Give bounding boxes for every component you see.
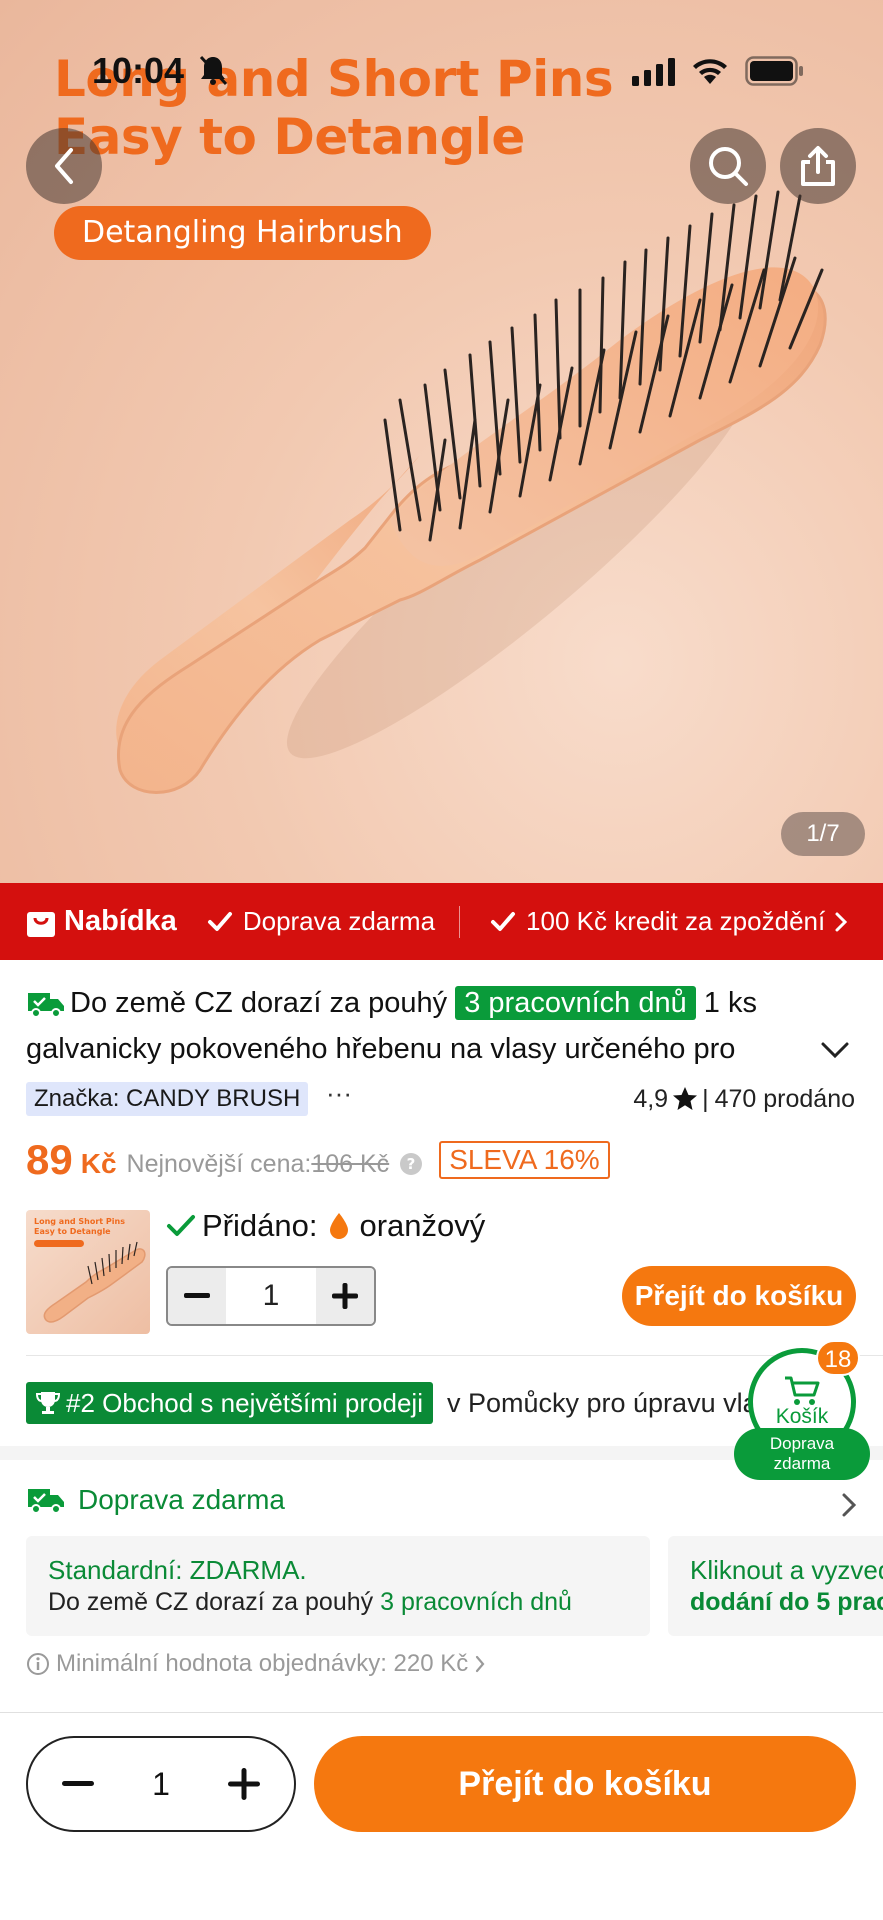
chevron-right-icon[interactable] (840, 1492, 858, 1518)
trophy-icon (36, 1392, 60, 1414)
battery-icon (745, 56, 803, 86)
divider (26, 1355, 883, 1356)
min-order-label: Minimální hodnota objednávky: 220 Kč (56, 1650, 469, 1677)
plus-icon[interactable] (227, 1768, 260, 1800)
discount-badge: SLEVA 16% (439, 1141, 610, 1179)
go-to-cart-button[interactable]: Přejít do košíku (314, 1736, 856, 1832)
promo-logo: Nabídka (26, 905, 177, 938)
search-button[interactable] (690, 128, 766, 204)
cart-free-shipping-tag: Doprava zdarma (734, 1428, 870, 1480)
info-icon (27, 1653, 49, 1675)
product-title-line2[interactable]: galvanicky pokoveného hřebenu na vlasy u… (26, 1026, 816, 1072)
promo-late-credit[interactable]: 100 Kč kredit za zpoždění (490, 906, 859, 937)
cart-label: Košík (775, 1405, 829, 1428)
added-variant-row: Přidáno: oranžový (166, 1208, 485, 1244)
rating-divider: | (702, 1085, 709, 1113)
standard-detail: Do země CZ dorazí za pouhý 3 pracovních … (48, 1586, 628, 1618)
bell-slash-icon (199, 55, 228, 86)
rating-value: 4,9 (633, 1085, 669, 1113)
check-icon (207, 911, 232, 931)
free-shipping-label: Doprava zdarma (78, 1484, 285, 1515)
image-counter: 1/7 (781, 812, 865, 856)
latest-price-label: Nejnovější cena: (126, 1149, 312, 1178)
ranking-category: v Pomůcky pro úpravu vlasů (446, 1387, 787, 1418)
quantity-value[interactable]: 1 (226, 1268, 316, 1324)
price-row: 89 Kč Nejnovější cena: 106 Kč ? SLEVA 16… (26, 1130, 610, 1190)
thumb-text-1: Long and Short Pins (34, 1217, 125, 1226)
promo-item2-label: 100 Kč kredit za zpoždění (526, 906, 826, 936)
ranking-badge-label: #2 Obchod s největšími prodeji (66, 1388, 423, 1418)
wifi-icon (693, 59, 727, 84)
check-icon (491, 911, 516, 931)
minus-icon[interactable] (62, 1781, 94, 1787)
ship-prefix: Do země CZ dorazí za pouhý (70, 987, 448, 1019)
ranking-row[interactable]: #2 Obchod s největšími prodeji v Pomůcky… (26, 1382, 786, 1424)
free-shipping-heading[interactable]: Doprava zdarma (26, 1484, 285, 1516)
product-title-line1[interactable]: Do země CZ dorazí za pouhý 3 pracovních … (26, 980, 866, 1026)
standard-prefix: Do země CZ dorazí za pouhý (48, 1588, 374, 1616)
chevron-down-icon[interactable] (820, 1040, 850, 1060)
ship-suffix: 1 ks (703, 987, 757, 1019)
rating-summary[interactable]: 4,9 | 470 prodáno (633, 1082, 855, 1116)
cart-tag-line2: zdarma (773, 1454, 831, 1473)
brand-chip[interactable]: Značka: CANDY BRUSH (26, 1082, 309, 1116)
sold-count: 470 prodáno (714, 1085, 855, 1113)
hero-pill: Detangling Hairbrush (54, 206, 431, 260)
cart-count-badge: 18 (816, 1340, 860, 1376)
decrease-button[interactable] (168, 1268, 226, 1324)
back-button[interactable] (26, 128, 102, 204)
ship-days-badge: 3 pracovních dnů (455, 986, 696, 1020)
bottom-quantity-value[interactable]: 1 (152, 1766, 170, 1803)
search-icon (709, 147, 748, 186)
promo-logo-label: Nabídka (64, 905, 177, 937)
truck-icon (28, 993, 64, 1019)
more-options-button[interactable]: ··· (326, 1078, 352, 1109)
variant-thumbnail[interactable]: Long and Short Pins Easy to Detangle (26, 1210, 150, 1334)
promo-free-shipping: Doprava zdarma (207, 906, 435, 937)
quantity-stepper[interactable]: 1 (26, 1736, 296, 1832)
color-name: oranžový (359, 1208, 486, 1243)
ranking-badge: #2 Obchod s největšími prodeji (26, 1382, 433, 1424)
price-currency: Kč (80, 1148, 117, 1179)
svg-text:?: ? (407, 1155, 416, 1173)
status-time: 10:04 (92, 50, 185, 91)
signal-icon (632, 58, 675, 86)
min-order-info[interactable]: Minimální hodnota objednávky: 220 Kč (26, 1650, 492, 1678)
cart-tag-line1: Doprava (769, 1434, 835, 1453)
truck-icon (28, 1489, 64, 1514)
check-icon (167, 1215, 195, 1236)
pickup-title: Kliknout a vyzvednout (690, 1555, 883, 1585)
bottom-bar-divider (0, 1712, 883, 1713)
chevron-right-icon (835, 912, 848, 931)
minus-icon (184, 1293, 210, 1298)
quantity-stepper-inline[interactable]: 1 (166, 1266, 376, 1326)
cart-icon (785, 1376, 820, 1405)
promo-item1-label: Doprava zdarma (242, 906, 436, 936)
added-label: Přidáno: (202, 1208, 318, 1243)
plus-icon (332, 1283, 358, 1309)
promo-divider (459, 905, 461, 938)
share-button[interactable] (780, 128, 856, 204)
standard-title: Standardní: ZDARMA. (48, 1555, 307, 1585)
star-icon (673, 1087, 698, 1110)
standard-days: 3 pracovních dnů (380, 1588, 572, 1616)
shipping-option-standard[interactable]: Standardní: ZDARMA. Do země CZ dorazí za… (26, 1536, 650, 1636)
chevron-left-icon (55, 148, 73, 184)
color-drop-icon (330, 1213, 349, 1239)
hairbrush-thumbnail-image: Long and Short Pins Easy to Detangle (34, 1217, 146, 1323)
status-bar: 10:04 (0, 0, 883, 140)
chevron-right-icon (476, 1655, 485, 1673)
increase-button[interactable] (316, 1268, 374, 1324)
shipping-option-pickup[interactable]: Kliknout a vyzvednout dodání do 5 pracov… (668, 1536, 883, 1636)
price-value: 89 (26, 1136, 73, 1183)
share-icon (801, 146, 835, 186)
old-price: 106 Kč (311, 1149, 390, 1178)
promo-bar[interactable]: Nabídka Doprava zdarma 100 Kč kredit za … (0, 883, 883, 960)
go-to-cart-button-inline[interactable]: Přejít do košíku (622, 1266, 856, 1326)
pickup-detail: dodání do 5 pracovních dnů (690, 1588, 883, 1616)
help-icon[interactable]: ? (399, 1152, 423, 1176)
thumb-text-2: Easy to Detangle (34, 1227, 111, 1236)
shopping-bag-icon (27, 911, 55, 937)
